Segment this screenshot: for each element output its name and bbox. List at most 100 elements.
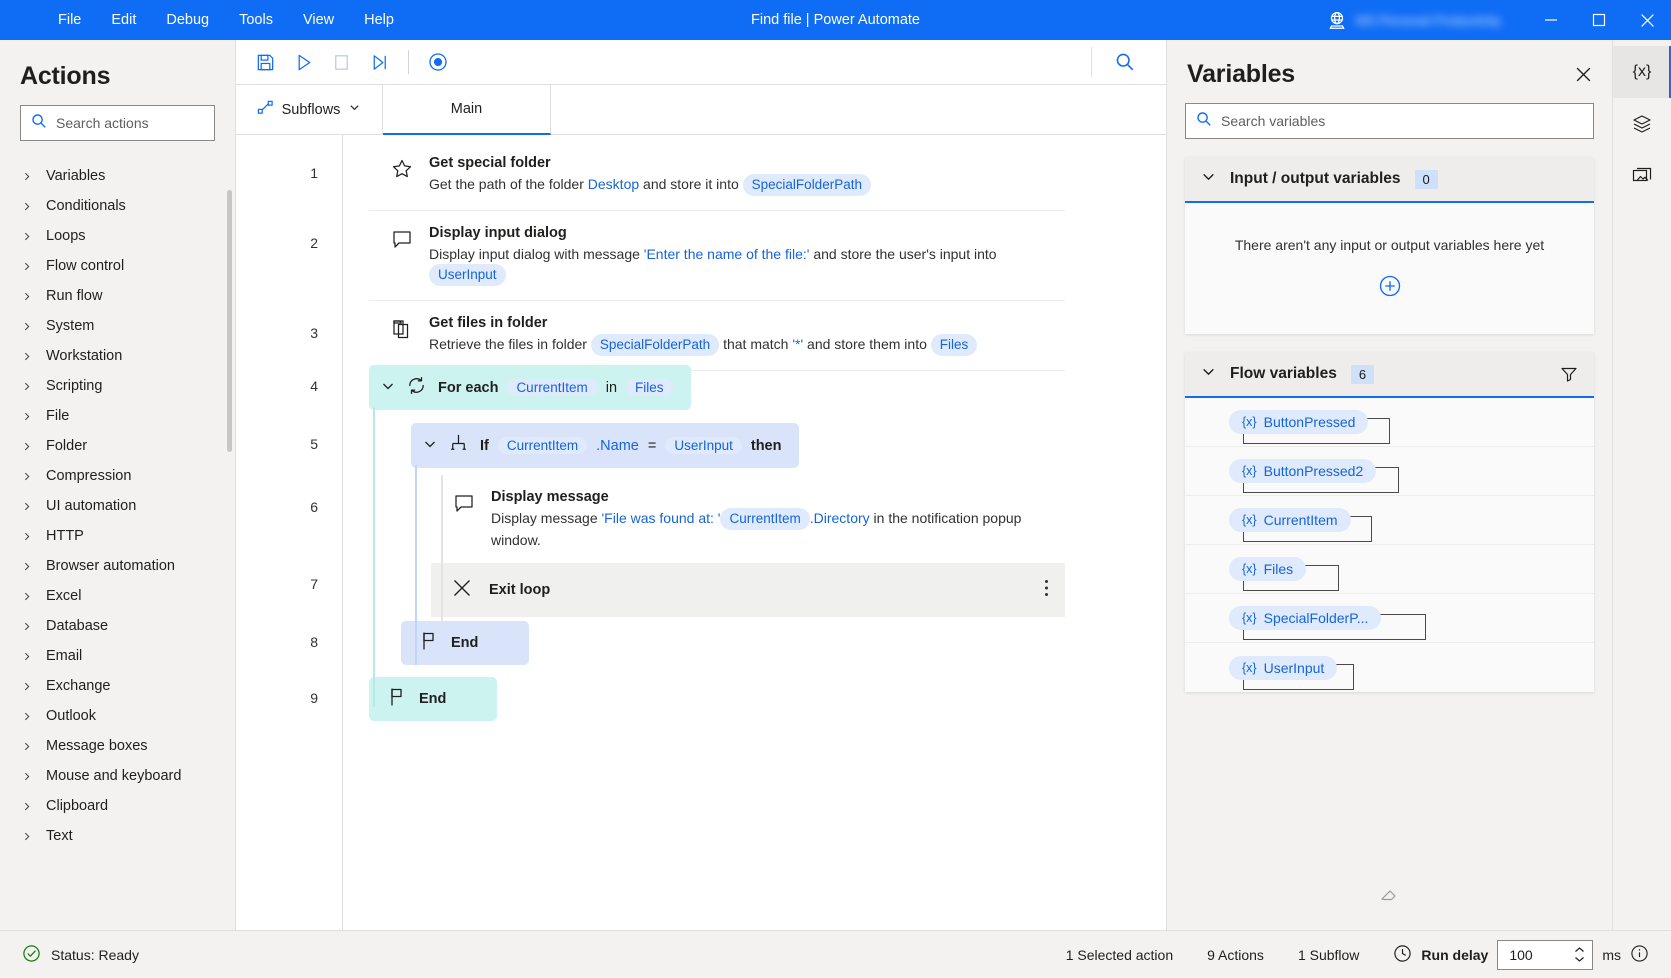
search-variables-box[interactable] [1185, 103, 1594, 139]
run-delay-arrows[interactable] [1573, 946, 1586, 963]
actions-category-clipboard[interactable]: Clipboard [0, 791, 225, 821]
actions-category-database[interactable]: Database [0, 611, 225, 641]
flow-step-2[interactable]: Display input dialogDisplay input dialog… [369, 211, 1065, 301]
menu-item-help[interactable]: Help [350, 6, 408, 34]
variable-pill[interactable]: SpecialFolderPath [743, 174, 871, 196]
actions-category-label: Message boxes [46, 738, 148, 754]
menu-item-tools[interactable]: Tools [225, 6, 287, 34]
variable-pill[interactable]: CurrentItem [498, 437, 587, 454]
variable-pill[interactable]: UserInput [429, 264, 506, 286]
chevron-down-icon[interactable] [381, 379, 395, 397]
variable-chip[interactable]: {x}ButtonPressed2 [1229, 459, 1376, 483]
flow-variable-row[interactable]: {x}ButtonPressed [1185, 398, 1594, 447]
filter-icon[interactable] [1560, 365, 1578, 383]
variable-pill[interactable]: Files [626, 379, 673, 396]
actions-category-scripting[interactable]: Scripting [0, 371, 225, 401]
plus-circle-icon[interactable] [1377, 273, 1403, 299]
actions-category-email[interactable]: Email [0, 641, 225, 671]
variables-rail-icon[interactable]: {x} [1613, 46, 1671, 98]
stop-icon[interactable] [322, 45, 360, 79]
flow-step-9[interactable]: End [369, 677, 497, 721]
menu-item-view[interactable]: View [289, 6, 348, 34]
actions-category-conditionals[interactable]: Conditionals [0, 191, 225, 221]
info-icon[interactable] [1630, 944, 1649, 966]
actions-category-system[interactable]: System [0, 311, 225, 341]
flow-variable-row[interactable]: {x}UserInput [1185, 643, 1594, 692]
flow-variable-row[interactable]: {x}Files [1185, 545, 1594, 594]
actions-category-compression[interactable]: Compression [0, 461, 225, 491]
flow-variable-row[interactable]: {x}CurrentItem [1185, 496, 1594, 545]
search-actions-box[interactable] [20, 105, 215, 141]
chevron-right-icon [22, 441, 32, 452]
search-actions-input[interactable] [56, 115, 237, 131]
actions-category-mouse-and-keyboard[interactable]: Mouse and keyboard [0, 761, 225, 791]
actions-category-outlook[interactable]: Outlook [0, 701, 225, 731]
recorder-icon[interactable] [419, 45, 457, 79]
variable-chip[interactable]: {x}SpecialFolderP... [1229, 606, 1381, 630]
chevron-right-icon [22, 831, 32, 842]
run-delay-stepper[interactable]: 100 [1497, 940, 1593, 970]
menu-item-file[interactable]: File [44, 6, 95, 34]
actions-category-loops[interactable]: Loops [0, 221, 225, 251]
flow-step-4[interactable]: For eachCurrentIteminFiles [369, 365, 693, 410]
flow-variables-header[interactable]: Flow variables 6 [1185, 352, 1594, 398]
actions-category-workstation[interactable]: Workstation [0, 341, 225, 371]
eraser-icon[interactable] [1167, 883, 1612, 910]
save-icon[interactable] [246, 45, 284, 79]
actions-category-folder[interactable]: Folder [0, 431, 225, 461]
flow-variable-row[interactable]: {x}ButtonPressed2 [1185, 447, 1594, 496]
flow-variables-group: Flow variables 6 {x}ButtonPressed {x}Butt… [1185, 352, 1594, 692]
menu-item-edit[interactable]: Edit [97, 6, 150, 34]
run-icon[interactable] [284, 45, 322, 79]
actions-category-browser-automation[interactable]: Browser automation [0, 551, 225, 581]
close-icon[interactable] [1623, 0, 1671, 40]
variable-prefix: {x} [1242, 611, 1257, 625]
images-rail-icon[interactable] [1613, 150, 1671, 202]
actions-category-file[interactable]: File [0, 401, 225, 431]
chevron-right-icon [22, 321, 32, 332]
run-delay-value[interactable]: 100 [1509, 947, 1573, 963]
tab-main[interactable]: Main [383, 85, 551, 135]
variable-pill[interactable]: CurrentItem [507, 379, 596, 396]
flow-step-8[interactable]: End [401, 621, 529, 665]
flow-step-5[interactable]: IfCurrentItem.Name=UserInputthen [411, 423, 809, 468]
variable-pill[interactable]: UserInput [665, 437, 742, 454]
search-variables-input[interactable] [1221, 113, 1583, 129]
menu-item-debug[interactable]: Debug [152, 6, 223, 34]
actions-category-variables[interactable]: Variables [0, 161, 225, 191]
input-output-variables-header[interactable]: Input / output variables 0 [1185, 157, 1594, 203]
actions-scrollbar[interactable] [227, 190, 232, 452]
actions-category-exchange[interactable]: Exchange [0, 671, 225, 701]
variable-chip[interactable]: {x}ButtonPressed [1229, 410, 1368, 434]
more-vertical-icon[interactable] [1044, 578, 1049, 602]
variable-chip[interactable]: {x}CurrentItem [1229, 508, 1351, 532]
variable-chip[interactable]: {x}Files [1229, 557, 1306, 581]
check-circle-icon [22, 944, 41, 966]
flow-step-3[interactable]: Get files in folderRetrieve the files in… [369, 301, 1065, 371]
input-output-variables-label: Input / output variables [1230, 170, 1401, 188]
tab-subflows[interactable]: Subflows [236, 85, 383, 134]
variable-pill[interactable]: Files [931, 334, 978, 356]
actions-category-ui-automation[interactable]: UI automation [0, 491, 225, 521]
flow-step-1[interactable]: Get special folderGet the path of the fo… [369, 141, 1065, 211]
actions-category-http[interactable]: HTTP [0, 521, 225, 551]
run-next-action-icon[interactable] [360, 45, 398, 79]
variable-chip[interactable]: {x}UserInput [1229, 656, 1337, 680]
variable-pill[interactable]: SpecialFolderPath [591, 334, 719, 356]
flow-step-7[interactable]: Exit loop [431, 563, 1065, 617]
account-name[interactable]: MS Personal Productivity [1356, 13, 1501, 28]
maximize-icon[interactable] [1575, 0, 1623, 40]
actions-category-text[interactable]: Text [0, 821, 225, 851]
variable-pill[interactable]: CurrentItem [720, 508, 809, 530]
actions-category-message-boxes[interactable]: Message boxes [0, 731, 225, 761]
minimize-icon[interactable] [1527, 0, 1575, 40]
ui-elements-rail-icon[interactable] [1613, 98, 1671, 150]
search-icon[interactable] [1106, 45, 1144, 79]
flow-variable-row[interactable]: {x}SpecialFolderP... [1185, 594, 1594, 643]
actions-category-excel[interactable]: Excel [0, 581, 225, 611]
actions-category-run-flow[interactable]: Run flow [0, 281, 225, 311]
close-icon[interactable] [1575, 66, 1592, 83]
actions-category-flow-control[interactable]: Flow control [0, 251, 225, 281]
chevron-down-icon[interactable] [423, 437, 437, 455]
flow-step-6[interactable]: Display messageDisplay message 'File was… [431, 475, 1065, 565]
